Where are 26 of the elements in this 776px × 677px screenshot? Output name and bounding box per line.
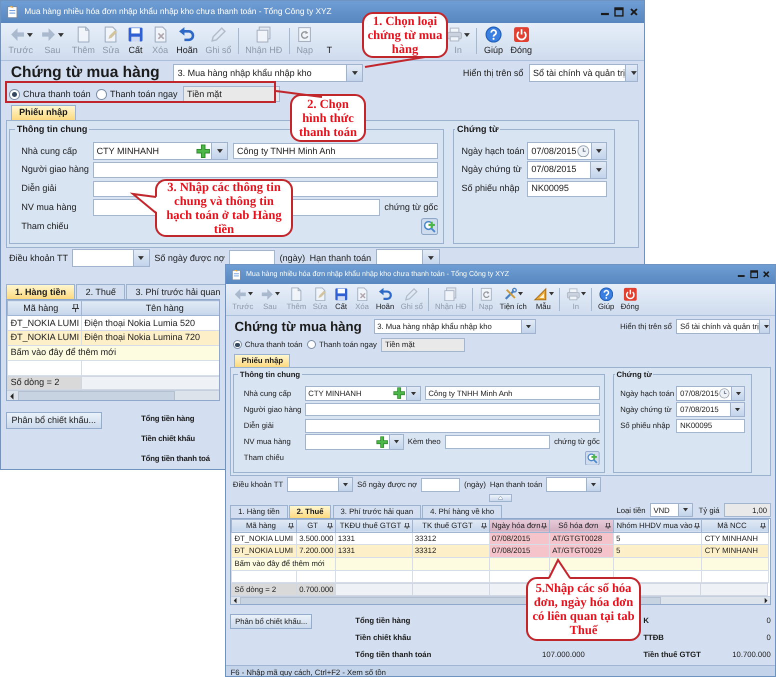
field-label: chứng từ gốc <box>384 202 438 213</box>
group-title: Thông tin chung <box>16 124 88 135</box>
payment-method-field: Tiền mặt <box>182 86 280 102</box>
field-label: Điều khoản TT <box>9 252 68 264</box>
field-label: Ngày chứng từ <box>462 164 523 176</box>
field-label: Người giao hàng <box>21 164 88 176</box>
callout-tooltip: 1. Chọn loại chứng từ mua hàng <box>362 12 448 58</box>
field-label: (ngày) <box>280 252 306 264</box>
field-label: Nhà cung cấp <box>21 146 78 156</box>
field-label: Diễn giải <box>21 183 58 194</box>
field-label: Hiển thị trên sổ <box>462 68 524 78</box>
callout-tooltip: 5.Nhập các số hóa đơn, ngày hóa đơn có liên quan tại tab Thuế <box>526 577 641 641</box>
field-label: Tham chiếu <box>21 221 70 232</box>
table-cell: Số dòng = 2 <box>7 376 82 390</box>
field-label: Số phiếu nhập <box>462 183 521 194</box>
field-label: Số ngày được nợ <box>154 252 225 264</box>
field-label: NV mua hàng <box>21 202 78 213</box>
form-title: Chứng từ mua hàng <box>234 318 363 335</box>
field-label: Hạn thanh toán <box>310 252 372 264</box>
field-label: Ngày hạch toán <box>462 146 525 156</box>
callout-tooltip: 3. Nhập các thông tin chung và thông tin hạch toán ở tab Hàng tiền <box>155 179 293 237</box>
form-title: Chứng từ mua hàng <box>10 64 161 82</box>
callout-tooltip: 2. Chọn hình thức thanh toán <box>290 94 366 142</box>
group-title: Chứng từ <box>456 124 500 135</box>
table-cell: ĐT_NOKIA LUMI <box>7 330 82 346</box>
window-title: Mua hàng nhiều hóa đơn nhập khẩu nhập kho chưa thanh toán - Tổng Công ty XYZ <box>24 7 333 17</box>
